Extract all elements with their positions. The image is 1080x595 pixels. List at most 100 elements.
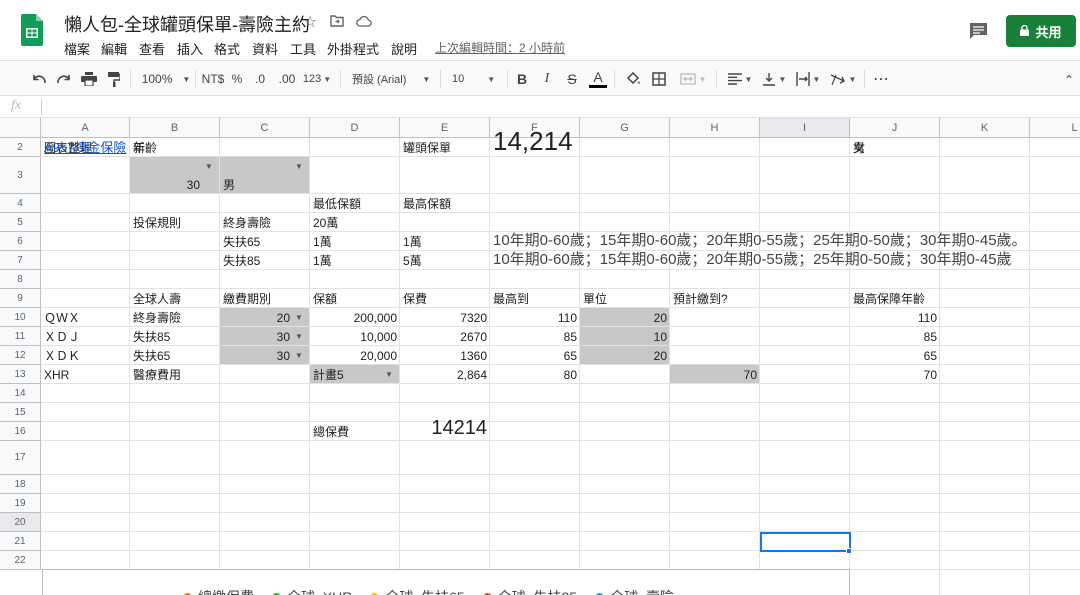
collapse-toolbar-icon[interactable]: ⌃ [1064, 73, 1074, 87]
select-all-corner[interactable] [0, 118, 41, 138]
cell-e2[interactable]: 罐頭保單 [400, 138, 490, 157]
cell-d5[interactable]: 20萬 [310, 213, 400, 232]
row-header-20[interactable]: 20 [0, 513, 41, 532]
cell-g9[interactable]: 單位 [580, 289, 670, 308]
column-header-g[interactable]: G [580, 118, 670, 138]
embedded-chart[interactable]: 總繳保費 全球_XHR 全球_失扶65 全球_失扶85 全球_壽險 [42, 569, 850, 595]
font-size-select[interactable]: 10 ▼ [452, 61, 500, 97]
dropdown-arrow-icon[interactable]: ▼ [295, 351, 303, 360]
document-title[interactable]: 懶人包-全球罐頭保單-壽險主約 [64, 11, 310, 37]
row-header-4[interactable]: 4 [0, 194, 41, 213]
cell-h9[interactable]: 預計繳到? [670, 289, 760, 308]
sheets-logo-icon[interactable] [21, 14, 43, 46]
cell-f12[interactable]: 65 [490, 346, 580, 365]
cell-c5[interactable]: 終身壽險 [220, 213, 310, 232]
horizontal-align-icon[interactable]: ▼ [726, 61, 754, 97]
row-header-10[interactable]: 10 [0, 308, 41, 327]
column-header-d[interactable]: D [310, 118, 400, 138]
cell-e4[interactable]: 最高保額 [400, 194, 490, 213]
cell-e7[interactable]: 5萬 [400, 251, 490, 270]
zoom-select[interactable]: 100% ▼ [140, 61, 192, 97]
selected-cell-outline[interactable] [760, 532, 851, 552]
row-header-5[interactable]: 5 [0, 213, 41, 232]
text-wrap-icon[interactable]: ▼ [794, 61, 822, 97]
cell-f6[interactable]: 10年期0-60歲；15年期0-60歲；20年期0-55歲；25年期0-50歲；… [490, 232, 1027, 251]
cell-c9[interactable]: 繳費期別 [220, 289, 310, 308]
cell-h13[interactable]: 70 [670, 365, 760, 384]
menu-edit[interactable]: 編輯 [101, 39, 127, 58]
row-header-16[interactable]: 16 [0, 422, 41, 441]
row-header-8[interactable]: 8 [0, 270, 41, 289]
cell-c7[interactable]: 失扶85 [220, 251, 310, 270]
cell-e11[interactable]: 2670 [400, 327, 490, 346]
row-header-19[interactable]: 19 [0, 494, 41, 513]
text-color-button[interactable]: A [589, 61, 607, 97]
fill-handle[interactable] [846, 548, 852, 554]
formula-input[interactable] [48, 99, 1068, 115]
row-header-9[interactable]: 9 [0, 289, 41, 308]
row-header-18[interactable]: 18 [0, 475, 41, 494]
last-edit-link[interactable]: 上次編輯時間：2 小時前 [435, 39, 565, 56]
move-folder-icon[interactable] [330, 14, 344, 32]
column-header-i[interactable]: I [760, 118, 850, 138]
column-header-a[interactable]: A [41, 118, 130, 138]
cell-g12[interactable]: 20 [580, 346, 670, 365]
cell-j10[interactable]: 110 [850, 308, 940, 327]
decrease-decimal-button[interactable]: .0 [252, 61, 268, 97]
cell-a2[interactable]: A957煉金保險 [41, 138, 130, 157]
increase-decimal-button[interactable]: .00 [277, 61, 297, 97]
cell-a11[interactable]: ＸＤＪ [41, 327, 130, 346]
merge-cells-icon[interactable]: ▼ [678, 61, 708, 97]
cell-b2[interactable]: 年齡 [130, 138, 220, 157]
row-header-3[interactable]: 3 [0, 157, 41, 194]
cell-g11[interactable]: 10 [580, 327, 670, 346]
column-header-c[interactable]: C [220, 118, 310, 138]
column-header-j[interactable]: J [850, 118, 940, 138]
row-header-22[interactable]: 22 [0, 551, 41, 570]
row-header-6[interactable]: 6 [0, 232, 41, 251]
cell-d10[interactable]: 200,000 [310, 308, 400, 327]
row-header-17[interactable]: 17 [0, 441, 41, 475]
menu-view[interactable]: 查看 [139, 39, 165, 58]
menu-addons[interactable]: 外掛程式 [327, 39, 379, 58]
menu-tools[interactable]: 工具 [290, 39, 316, 58]
cell-b12[interactable]: 失扶65 [130, 346, 220, 365]
cell-d16[interactable]: 總保費 [310, 422, 400, 441]
fill-color-icon[interactable] [624, 61, 642, 97]
cell-d7[interactable]: 1萬 [310, 251, 400, 270]
dropdown-arrow-icon[interactable]: ▼ [205, 162, 213, 171]
dropdown-arrow-icon[interactable]: ▼ [385, 370, 393, 379]
row-header-11[interactable]: 11 [0, 327, 41, 346]
cloud-status-icon[interactable] [356, 14, 372, 32]
cell-e6[interactable]: 1萬 [400, 232, 490, 251]
font-family-select[interactable]: 預設 (Arial) ▼ [352, 61, 436, 97]
cell-e9[interactable]: 保費 [400, 289, 490, 308]
cell-b5[interactable]: 投保規則 [130, 213, 220, 232]
menu-insert[interactable]: 插入 [177, 39, 203, 58]
dropdown-arrow-icon[interactable]: ▼ [295, 162, 303, 171]
cell-a10[interactable]: ＱＷＸ [41, 308, 130, 327]
row-header-7[interactable]: 7 [0, 251, 41, 270]
row-header-12[interactable]: 12 [0, 346, 41, 365]
menu-data[interactable]: 資料 [252, 39, 278, 58]
undo-icon[interactable] [30, 61, 48, 97]
cell-j12[interactable]: 65 [850, 346, 940, 365]
vertical-align-icon[interactable]: ▼ [760, 61, 788, 97]
bold-button[interactable]: B [515, 61, 529, 97]
column-header-b[interactable]: B [130, 118, 220, 138]
cell-f7[interactable]: 10年期0-60歲；15年期0-60歲；20年期0-55歲；25年期0-50歲；… [490, 251, 1012, 270]
cell-b13[interactable]: 醫療費用 [130, 365, 220, 384]
dropdown-arrow-icon[interactable]: ▼ [295, 313, 303, 322]
more-options-icon[interactable]: ⋯ [872, 61, 890, 97]
cell-d12[interactable]: 20,000 [310, 346, 400, 365]
cell-a12[interactable]: ＸＤＫ [41, 346, 130, 365]
cell-f11[interactable]: 85 [490, 327, 580, 346]
strikethrough-button[interactable]: S [565, 61, 579, 97]
cell-c6[interactable]: 失扶65 [220, 232, 310, 251]
column-header-l[interactable]: L [1030, 118, 1080, 138]
cell-d6[interactable]: 1萬 [310, 232, 400, 251]
comments-icon[interactable] [969, 22, 988, 45]
row-header-15[interactable]: 15 [0, 403, 41, 422]
column-header-k[interactable]: K [940, 118, 1030, 138]
menu-file[interactable]: 檔案 [64, 39, 90, 58]
